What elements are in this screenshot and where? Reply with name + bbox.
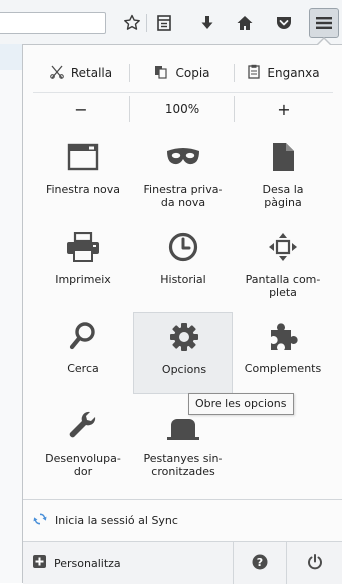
- download-icon[interactable]: [195, 12, 219, 34]
- print-label: Imprimeix: [55, 273, 111, 286]
- synced-tabs-label: Pestanyes sin- cronitzades: [143, 452, 223, 478]
- hamburger-menu-icon[interactable]: [309, 8, 339, 38]
- options-button[interactable]: Opcions: [133, 312, 233, 394]
- zoom-reset-button[interactable]: 100%: [130, 96, 234, 122]
- plus-box-icon: [33, 555, 46, 571]
- new-window-button[interactable]: Finestra nova: [33, 133, 133, 215]
- help-icon: ?: [252, 554, 268, 573]
- search-icon: [65, 320, 101, 352]
- save-page-label: Desa la pàgina: [262, 183, 304, 209]
- new-window-icon: [65, 141, 101, 173]
- svg-text:?: ?: [257, 556, 263, 569]
- browser-toolbar: [0, 0, 342, 44]
- bookmark-star-icon[interactable]: [120, 12, 144, 34]
- customize-button[interactable]: Personalitza: [23, 542, 233, 584]
- home-icon[interactable]: [233, 12, 257, 34]
- search-button[interactable]: Cerca: [33, 312, 133, 394]
- history-label: Historial: [160, 273, 206, 286]
- save-page-icon: [265, 141, 301, 173]
- addons-button[interactable]: Complements: [233, 312, 333, 394]
- toolbar-separator: [146, 14, 147, 32]
- developer-button[interactable]: Desenvolupa- dor: [33, 402, 133, 484]
- new-private-window-label: Finestra priva- da nova: [143, 183, 223, 209]
- copy-icon: [154, 65, 168, 82]
- clipboard-icon: [248, 64, 261, 82]
- history-clock-icon: [165, 231, 201, 263]
- search-label: Cerca: [67, 362, 99, 375]
- sync-label: Inicia la sessió al Sync: [55, 513, 178, 527]
- printer-icon: [65, 231, 101, 263]
- divider: [33, 92, 333, 93]
- cut-label: Retalla: [70, 66, 113, 80]
- copy-label: Copia: [175, 66, 210, 80]
- wrench-icon: [65, 410, 101, 442]
- addons-label: Complements: [244, 362, 322, 375]
- panel-arrow-fill: [317, 38, 331, 46]
- developer-label: Desenvolupa- dor: [45, 452, 121, 478]
- scissors-icon: [50, 65, 64, 82]
- pocket-icon[interactable]: [272, 12, 296, 34]
- paste-button[interactable]: Enganxa: [235, 59, 333, 87]
- cut-button[interactable]: Retalla: [33, 59, 129, 87]
- main-menu-panel: Retalla Copia Enganxa − 100% + Finestra: [22, 44, 342, 584]
- help-button[interactable]: ?: [234, 542, 286, 584]
- zoom-in-button[interactable]: +: [235, 96, 333, 122]
- new-private-window-button[interactable]: Finestra priva- da nova: [133, 133, 233, 215]
- reading-list-icon[interactable]: [152, 12, 176, 34]
- puzzle-icon: [265, 320, 301, 352]
- copy-button[interactable]: Copia: [130, 59, 234, 87]
- url-bar[interactable]: [0, 12, 106, 34]
- edit-controls-row: Retalla Copia Enganxa: [33, 59, 333, 87]
- options-tooltip: Obre les opcions: [188, 393, 294, 415]
- paste-label: Enganxa: [267, 66, 320, 80]
- panel-footer: Personalitza ?: [23, 542, 342, 584]
- new-window-label: Finestra nova: [45, 183, 121, 196]
- private-mask-icon: [165, 141, 201, 173]
- zoom-controls-row: − 100% +: [33, 96, 333, 122]
- customize-label: Personalitza: [54, 556, 121, 570]
- sync-icon: [33, 512, 47, 529]
- history-button[interactable]: Historial: [133, 223, 233, 305]
- quit-button[interactable]: [287, 542, 342, 584]
- print-button[interactable]: Imprimeix: [33, 223, 133, 305]
- fullscreen-label: Pantalla com- pleta: [245, 273, 321, 299]
- fullscreen-button[interactable]: Pantalla com- pleta: [233, 223, 333, 305]
- page-content-fragment: [0, 44, 22, 70]
- options-label: Opcions: [161, 363, 207, 376]
- sync-sign-in-button[interactable]: Inicia la sessió al Sync: [23, 500, 342, 540]
- save-page-button[interactable]: Desa la pàgina: [233, 133, 333, 215]
- power-icon: [307, 553, 323, 573]
- fullscreen-icon: [265, 231, 301, 263]
- zoom-out-button[interactable]: −: [33, 96, 129, 122]
- gear-icon: [166, 321, 202, 353]
